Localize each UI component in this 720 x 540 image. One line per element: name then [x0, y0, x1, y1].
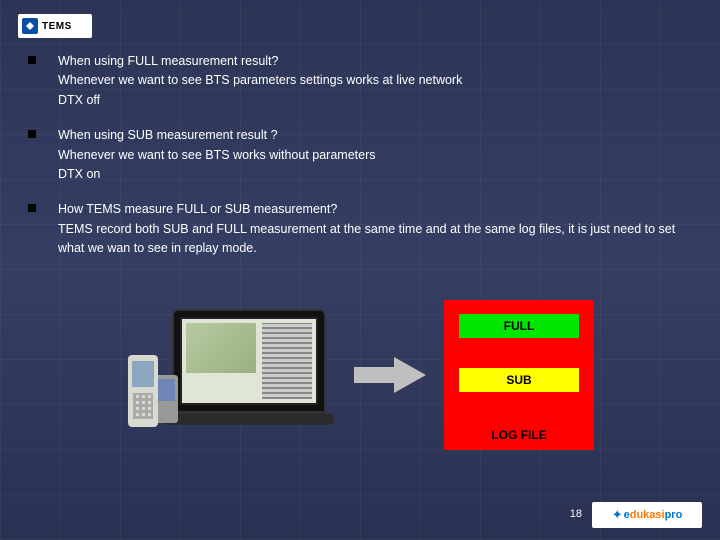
phone-icon	[128, 355, 158, 427]
bullet-icon	[28, 56, 36, 64]
bullet-item: How TEMS measure FULL or SUB measurement…	[28, 200, 692, 258]
brand-part2: dukasi	[630, 509, 665, 521]
logo-text: TEMS	[42, 21, 72, 32]
slide: TEMS When using FULL measurement result?…	[0, 0, 720, 540]
laptop-icon	[172, 309, 326, 413]
diagram-row: FULL SUB LOG FILE	[0, 300, 720, 450]
tems-logo: TEMS	[18, 14, 92, 38]
bullet-question: How TEMS measure FULL or SUB measurement…	[58, 200, 692, 219]
content: When using FULL measurement result? When…	[28, 52, 692, 274]
star-icon: ✦	[612, 507, 623, 523]
bullet-question: When using FULL measurement result?	[58, 52, 692, 71]
log-file-box: FULL SUB LOG FILE	[444, 300, 594, 450]
bullet-answer: TEMS record both SUB and FULL measuremen…	[58, 220, 692, 259]
full-chip: FULL	[459, 314, 579, 338]
bullet-answer: Whenever we want to see BTS parameters s…	[58, 71, 692, 90]
bullet-body: When using FULL measurement result? When…	[58, 52, 692, 110]
logo-mark-icon	[22, 18, 38, 34]
device-illustration	[126, 305, 336, 445]
bullet-icon	[28, 204, 36, 212]
bullet-icon	[28, 130, 36, 138]
brand-part3: pro	[665, 509, 683, 521]
page-number: 18	[570, 508, 582, 520]
bullet-answer: Whenever we want to see BTS works withou…	[58, 146, 692, 165]
bullet-note: DTX on	[58, 165, 692, 184]
bullet-question: When using SUB measurement result ?	[58, 126, 692, 145]
bullet-body: How TEMS measure FULL or SUB measurement…	[58, 200, 692, 258]
footer-brand: ✦ e dukasi pro	[592, 502, 702, 528]
bullet-item: When using FULL measurement result? When…	[28, 52, 692, 110]
bullet-item: When using SUB measurement result ? When…	[28, 126, 692, 184]
arrow-right-icon	[354, 355, 426, 395]
bullet-body: When using SUB measurement result ? When…	[58, 126, 692, 184]
sub-chip: SUB	[459, 368, 579, 392]
log-file-label: LOG FILE	[491, 428, 546, 442]
bullet-note: DTX off	[58, 91, 692, 110]
